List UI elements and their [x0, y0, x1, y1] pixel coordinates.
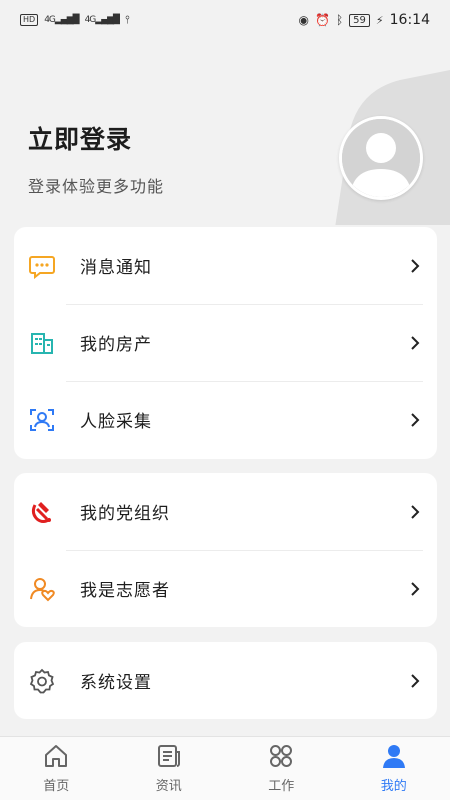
- tab-home[interactable]: 首页: [0, 737, 113, 800]
- status-left: HD 4G▂▄▆█ 4G▂▄▆█ ⫯: [20, 13, 130, 27]
- battery-indicator: 59: [349, 13, 370, 27]
- tab-label: 资讯: [155, 779, 182, 794]
- menu-card-community: 我的党组织 我是志愿者: [14, 473, 437, 627]
- chevron-right-icon: [411, 412, 420, 427]
- eye-icon: ◉: [298, 13, 310, 27]
- login-title[interactable]: 立即登录: [28, 120, 132, 156]
- menu-card-account: 消息通知 我的房产 人脸采集: [14, 227, 437, 459]
- face-scan-icon: [28, 406, 56, 434]
- menu-item-label: 我的党组织: [80, 504, 170, 524]
- usb-icon: ⫯: [124, 13, 130, 26]
- home-icon: [45, 745, 68, 767]
- tab-news[interactable]: 资讯: [113, 737, 226, 800]
- login-subtitle: 登录体验更多功能: [28, 177, 165, 196]
- signal-icon-2: 4G▂▄▆█: [84, 15, 120, 25]
- menu-item-label: 我的房产: [80, 335, 152, 355]
- menu-item-property[interactable]: 我的房产: [14, 304, 437, 381]
- alarm-icon: ⏰: [315, 13, 330, 27]
- chevron-right-icon: [411, 335, 420, 350]
- menu-item-party-org[interactable]: 我的党组织: [14, 473, 437, 550]
- status-time: 16:14: [389, 12, 430, 28]
- tab-label: 工作: [268, 779, 295, 794]
- party-emblem-icon: [28, 498, 56, 526]
- tab-work[interactable]: 工作: [225, 737, 338, 800]
- building-icon: [28, 329, 56, 357]
- message-icon: [28, 252, 56, 280]
- tab-label: 首页: [43, 779, 70, 794]
- default-avatar-icon: [342, 119, 420, 197]
- hd-indicator: HD: [20, 14, 39, 26]
- gear-icon: [28, 667, 56, 695]
- chevron-right-icon: [411, 258, 420, 273]
- person-icon: [382, 745, 405, 768]
- news-icon: [157, 745, 180, 767]
- menu-item-settings[interactable]: 系统设置: [14, 642, 437, 719]
- bottom-tab-bar: 首页 资讯 工作 我的: [0, 736, 450, 800]
- menu-item-messages[interactable]: 消息通知: [14, 227, 437, 304]
- profile-header: 立即登录 登录体验更多功能: [0, 40, 450, 225]
- signal-icon-1: 4G▂▄▆█: [44, 15, 79, 25]
- charging-icon: ⚡: [375, 13, 384, 27]
- menu-item-label: 系统设置: [80, 673, 152, 693]
- tab-label: 我的: [380, 779, 407, 794]
- avatar[interactable]: [339, 116, 423, 200]
- bluetooth-icon: ᛒ: [335, 13, 344, 27]
- work-grid-icon: [270, 745, 293, 767]
- chevron-right-icon: [411, 581, 420, 596]
- menu-item-volunteer[interactable]: 我是志愿者: [14, 550, 437, 627]
- menu-item-label: 我是志愿者: [80, 581, 170, 601]
- menu-item-label: 消息通知: [80, 258, 152, 278]
- menu-card-settings: 系统设置: [14, 642, 437, 719]
- menu-item-label: 人脸采集: [80, 412, 152, 432]
- chevron-right-icon: [411, 673, 420, 688]
- volunteer-heart-icon: [28, 575, 56, 603]
- tab-mine[interactable]: 我的: [338, 737, 450, 800]
- menu-item-face-capture[interactable]: 人脸采集: [14, 381, 437, 458]
- status-bar: HD 4G▂▄▆█ 4G▂▄▆█ ⫯ ◉ ⏰ ᛒ 59 ⚡ 16:14: [0, 0, 450, 40]
- chevron-right-icon: [411, 504, 420, 519]
- status-right: ◉ ⏰ ᛒ 59 ⚡ 16:14: [299, 12, 430, 28]
